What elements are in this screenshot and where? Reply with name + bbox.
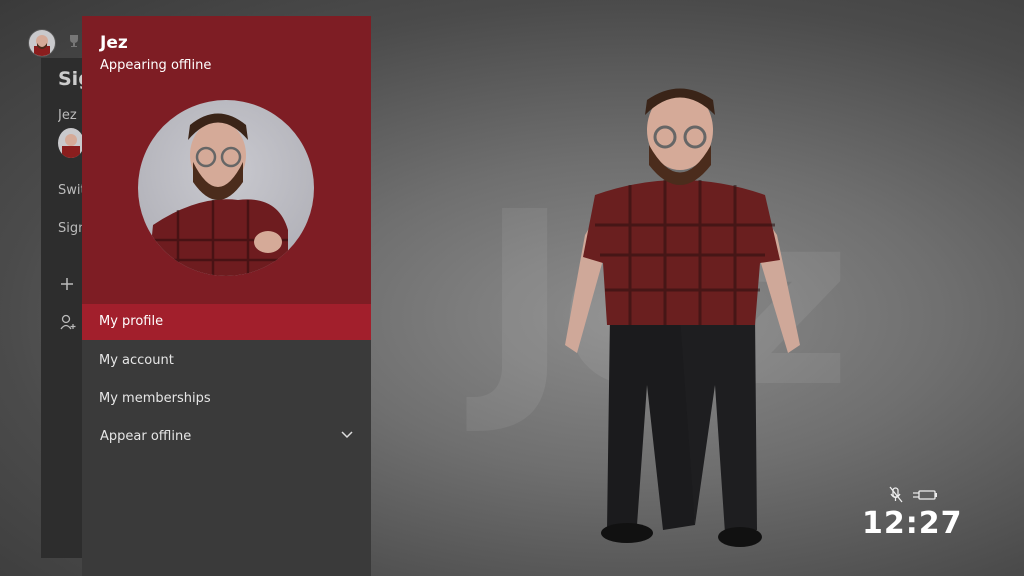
menu-item-my-profile[interactable]: My profile bbox=[82, 304, 371, 340]
menu-item-appear-offline[interactable]: Appear offline bbox=[82, 418, 371, 456]
menu-item-label: My account bbox=[99, 353, 174, 368]
mic-muted-icon bbox=[889, 486, 903, 503]
add-icon[interactable] bbox=[60, 277, 74, 291]
power-plug-icon bbox=[913, 490, 937, 500]
presence-status: Appearing offline bbox=[100, 58, 212, 73]
profile-avatar-icon[interactable] bbox=[28, 29, 56, 57]
menu-item-my-memberships[interactable]: My memberships bbox=[82, 380, 371, 418]
gamertag: Jez bbox=[100, 33, 128, 53]
sign-in-panel-avatar[interactable] bbox=[58, 128, 84, 158]
menu-item-my-account[interactable]: My account bbox=[82, 342, 371, 380]
achievements-trophy-icon[interactable] bbox=[68, 34, 80, 48]
account-panel: Jez Appearing offline My profile My acco… bbox=[82, 16, 371, 576]
account-menu: My profile My account My memberships App… bbox=[82, 304, 371, 456]
chevron-down-icon bbox=[341, 431, 353, 439]
add-guest-icon[interactable] bbox=[60, 314, 76, 330]
status-icons bbox=[889, 486, 937, 503]
menu-item-label: Appear offline bbox=[100, 429, 192, 444]
account-panel-header: Jez Appearing offline bbox=[82, 16, 371, 304]
avatar-portrait bbox=[138, 100, 314, 276]
menu-item-label: My memberships bbox=[99, 391, 211, 406]
menu-item-label: My profile bbox=[99, 314, 164, 329]
background-avatar bbox=[565, 88, 800, 547]
clock: 12:27 bbox=[862, 506, 963, 541]
